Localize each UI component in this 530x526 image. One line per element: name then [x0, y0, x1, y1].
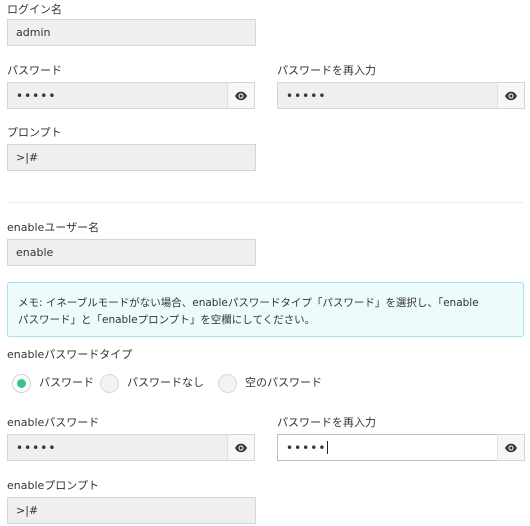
text-caret [327, 441, 329, 454]
notice-line-2: パスワード」と「enableプロンプト」を空欄にしてください。 [18, 314, 316, 326]
prompt-label: プロンプト [7, 126, 62, 139]
radio-password[interactable] [12, 374, 31, 393]
radio-password-label[interactable]: パスワード [39, 376, 94, 390]
enable-password-label: enableパスワード [7, 416, 100, 429]
radio-no-password-label[interactable]: パスワードなし [127, 376, 204, 390]
password-confirm-toggle-button[interactable] [497, 82, 525, 109]
password-input[interactable]: ••••• [7, 82, 228, 109]
enable-password-confirm-label: パスワードを再入力 [277, 416, 376, 429]
enable-password-confirm-value: ••••• [286, 440, 327, 455]
password-confirm-label: パスワードを再入力 [277, 64, 376, 77]
enable-username-input[interactable]: enable [7, 239, 256, 266]
login-name-label: ログイン名 [7, 3, 62, 16]
enable-password-input[interactable]: ••••• [7, 434, 228, 461]
enable-prompt-input[interactable]: >|# [7, 497, 256, 524]
info-notice: メモ: イネーブルモードがない場合、enableパスワードタイプ「パスワード」を… [7, 282, 524, 337]
radio-empty-password-label[interactable]: 空のパスワード [245, 376, 322, 390]
eye-icon [235, 443, 247, 452]
eye-icon [505, 443, 517, 452]
prompt-input[interactable]: >|# [7, 144, 256, 171]
enable-password-confirm-input[interactable]: ••••• [277, 434, 498, 461]
eye-icon [235, 91, 247, 100]
password-toggle-button[interactable] [227, 82, 255, 109]
notice-line-1: メモ: イネーブルモードがない場合、enableパスワードタイプ「パスワード」を… [18, 297, 479, 309]
login-name-input[interactable]: admin [7, 19, 256, 46]
radio-no-password[interactable] [100, 374, 119, 393]
enable-password-toggle-button[interactable] [227, 434, 255, 461]
section-divider [7, 202, 523, 203]
enable-password-confirm-toggle-button[interactable] [497, 434, 525, 461]
password-label: パスワード [7, 64, 62, 77]
enable-password-type-label: enableパスワードタイプ [7, 348, 133, 361]
radio-empty-password[interactable] [218, 374, 237, 393]
enable-prompt-label: enableプロンプト [7, 479, 99, 492]
password-confirm-input[interactable]: ••••• [277, 82, 498, 109]
enable-username-label: enableユーザー名 [7, 221, 100, 234]
eye-icon [505, 91, 517, 100]
